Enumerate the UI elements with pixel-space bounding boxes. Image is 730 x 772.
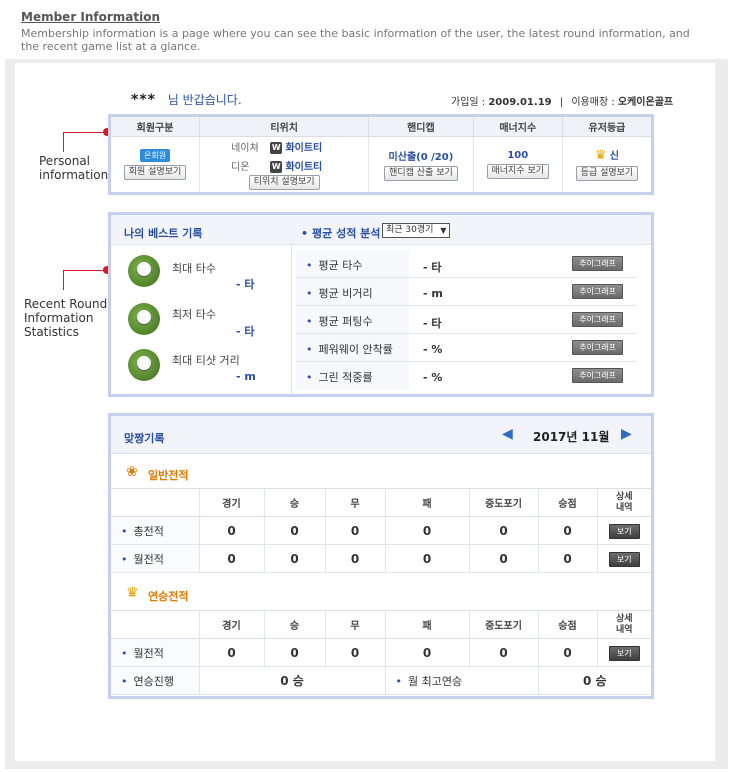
- prev-month-icon[interactable]: ◀: [502, 426, 513, 442]
- member-info-box: 회원구분 티위치 핸디캡 매너지수 유저등급 온회원 회원 설명보기 네이쳐 W…: [108, 114, 654, 195]
- member-type-badge: 온회원: [139, 148, 171, 162]
- trend-graph-button[interactable]: 추이그래프: [572, 284, 623, 299]
- page-description: Membership information is a page where y…: [21, 27, 690, 53]
- general-record-title: 일반전적: [148, 469, 189, 482]
- next-month-icon[interactable]: ▶: [621, 426, 632, 442]
- grade-button[interactable]: 등급 설명보기: [575, 166, 639, 182]
- tee-cell: 네이쳐 W 화이트티 디온 W 화이트티 티위치 설명보기: [199, 136, 370, 192]
- table-row: 월전적 0 0 0 0 0 0 보기: [111, 638, 651, 667]
- col-tee: 티위치: [199, 117, 370, 137]
- round-stats-box: 나의 베스트 기록 •평균 성적 분석 최근 30경기 최대 타수 - 타 최저…: [108, 212, 654, 397]
- join-info: 가입일 : 2009.01.19 | 이용매장 : 오케이온골프: [451, 97, 674, 108]
- stat-row-avg-putts: 평균 퍼팅수 - 타 추이그래프: [296, 306, 637, 334]
- crown-icon: ♛: [594, 148, 607, 164]
- manner-cell: 100 매너지수 보기: [473, 136, 563, 192]
- tee-explain-button[interactable]: 티위치 설명보기: [248, 174, 320, 190]
- golf-club-icon: [128, 303, 160, 335]
- page-title: Member Information: [21, 10, 161, 24]
- user-name: ***: [131, 92, 156, 108]
- tee-w-icon: W: [270, 141, 283, 154]
- greeting: *** 님 반갑습니다.: [131, 91, 242, 108]
- current-month: 2017년 11월: [533, 430, 610, 444]
- member-explain-button[interactable]: 회원 설명보기: [123, 164, 187, 180]
- crown-icon: ♛: [126, 585, 139, 601]
- personal-info-label: Personal information: [39, 154, 109, 182]
- general-record-table: 경기 승 무 패 중도포기 승점 상세내역 총전적 0 0 0 0 0 0 보기…: [111, 488, 651, 573]
- member-type-cell: 온회원 회원 설명보기: [111, 136, 201, 192]
- handicap-value: 미산출(0 /20): [388, 151, 454, 163]
- view-detail-button[interactable]: 보기: [608, 551, 640, 567]
- stat-row-green: 그린 적중률 - % 추이그래프: [296, 362, 637, 390]
- stat-row-avg-distance: 평균 비거리 - m 추이그래프: [296, 278, 637, 306]
- handicap-cell: 미산출(0 /20) 핸디캡 산출 보기: [368, 136, 474, 192]
- trend-graph-button[interactable]: 추이그래프: [572, 256, 623, 271]
- table-row: 월전적 0 0 0 0 0 0 보기: [111, 544, 651, 573]
- streak-record-table: 경기 승 무 패 중도포기 승점 상세내역 월전적 0 0 0 0 0 0 보기…: [111, 610, 651, 695]
- trend-graph-button[interactable]: 추이그래프: [572, 340, 623, 355]
- view-detail-button[interactable]: 보기: [608, 523, 640, 539]
- col-handicap: 핸디캡: [368, 117, 474, 137]
- stat-row-avg-score: 평균 타수 - 타 추이그래프: [296, 250, 637, 278]
- recent-games-select[interactable]: 최근 30경기: [382, 223, 451, 238]
- table-row: 총전적 0 0 0 0 0 0 보기: [111, 516, 651, 545]
- golf-ball-icon: [128, 255, 160, 287]
- view-detail-button[interactable]: 보기: [608, 645, 640, 661]
- stat-row-fairway: 페워웨이 안착률 - % 추이그래프: [296, 334, 637, 362]
- col-member-type: 회원구분: [111, 117, 201, 137]
- analysis-title: • 평균 성적 분석: [301, 227, 381, 240]
- col-manner: 매너지수: [473, 117, 563, 137]
- trend-graph-button[interactable]: 추이그래프: [572, 312, 623, 327]
- manner-button[interactable]: 매너지수 보기: [486, 163, 550, 179]
- streak-record-title: 연승전적: [148, 590, 189, 603]
- member-info-table: 회원구분 티위치 핸디캡 매너지수 유저등급 온회원 회원 설명보기 네이쳐 W…: [111, 117, 651, 192]
- greeting-text: 님 반갑습니다.: [167, 93, 242, 107]
- match-records-title: 맞짱기록: [124, 432, 165, 445]
- match-records-box: 맞짱기록 ◀ 2017년 11월 ▶ ❀ 일반전적 경기 승 무 패 중도포기 …: [108, 413, 654, 699]
- handicap-button[interactable]: 핸디캡 산출 보기: [384, 165, 458, 181]
- best-records-title: 나의 베스트 기록: [124, 227, 203, 240]
- trend-graph-button[interactable]: 추이그래프: [572, 368, 623, 383]
- ribbon-icon: ❀: [126, 464, 138, 480]
- manner-value: 100: [507, 149, 529, 161]
- recent-connector: [63, 270, 107, 290]
- tee-w-icon: W: [270, 160, 283, 173]
- grade-cell: ♛ 신 등급 설명보기: [562, 136, 651, 192]
- stats-divider: [291, 245, 292, 394]
- table-row: 연승진행 0 승 월 최고연승 0 승: [111, 666, 651, 695]
- grade-value: 신: [609, 151, 619, 163]
- col-grade: 유저등급: [562, 117, 651, 137]
- personal-connector: [63, 132, 107, 152]
- golf-tee-icon: [128, 349, 160, 381]
- recent-round-label: Recent Round Information Statistics: [24, 297, 108, 339]
